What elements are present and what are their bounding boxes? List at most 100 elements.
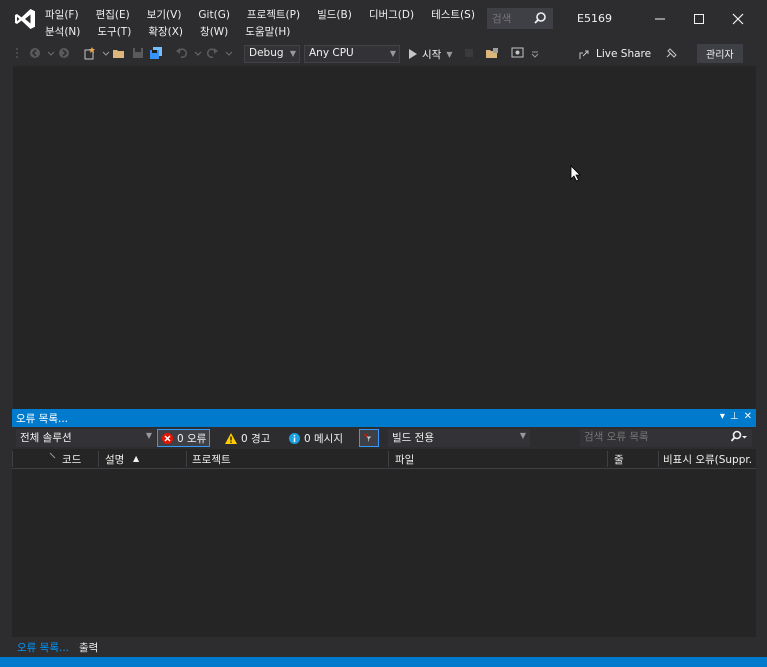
- screenshot-tool-icon[interactable]: [511, 46, 525, 60]
- error-list-title-bar[interactable]: 오류 목록... ▾ ⊥ ✕: [12, 409, 756, 427]
- menu-analyze[interactable]: 분석(N): [44, 24, 88, 39]
- maximize-button[interactable]: [682, 5, 716, 33]
- tab-output[interactable]: 출력: [74, 637, 103, 657]
- errors-filter-button[interactable]: 0 오류: [157, 429, 211, 447]
- sort-ascending-icon: ▲: [133, 454, 140, 463]
- error-list-title: 오류 목록...: [16, 412, 68, 425]
- undo-dropdown-arrow-icon[interactable]: [191, 46, 205, 60]
- chevron-down-icon: ▼: [389, 49, 396, 58]
- redo-icon[interactable]: [205, 46, 219, 60]
- menu-row-1: 파일(F) 편집(E) 보기(V) Git(G) 프로젝트(P) 빌드(B) 디…: [44, 6, 484, 23]
- title-bar: 파일(F) 편집(E) 보기(V) Git(G) 프로젝트(P) 빌드(B) 디…: [0, 0, 767, 42]
- menu-test[interactable]: 테스트(S): [430, 7, 483, 22]
- solution-name: E5169: [577, 12, 612, 25]
- play-icon: [409, 49, 417, 59]
- column-separator[interactable]: [607, 451, 608, 467]
- toolbar-grip-icon[interactable]: [14, 46, 28, 60]
- minimize-button[interactable]: [643, 5, 677, 33]
- navigate-back-icon[interactable]: [28, 46, 42, 60]
- menu-bar: 파일(F) 편집(E) 보기(V) Git(G) 프로젝트(P) 빌드(B) 디…: [44, 6, 484, 40]
- dropdown-arrow-icon[interactable]: [44, 46, 58, 60]
- global-search-box[interactable]: [487, 8, 553, 29]
- start-debugging-button[interactable]: 시작 ▼: [407, 45, 452, 63]
- error-list-panel: 오류 목록... ▾ ⊥ ✕ 전체 솔루션 ▼ 0 오류 0 경고 0 메시지 …: [12, 409, 756, 657]
- status-bar: [0, 657, 767, 667]
- filter-toggle-button[interactable]: [359, 429, 379, 447]
- panel-controls: ▾ ⊥ ✕: [720, 411, 752, 422]
- column-header-suppression[interactable]: 비표시 오류(Suppr.: [663, 452, 752, 468]
- solution-explorer-icon[interactable]: [485, 46, 499, 60]
- column-header-code[interactable]: 코드: [62, 452, 81, 468]
- menu-extensions[interactable]: 확장(X): [147, 24, 191, 39]
- panel-close-icon[interactable]: ✕: [744, 411, 752, 422]
- filter-icon: [363, 434, 372, 442]
- toolbar-options-arrow-icon[interactable]: [528, 46, 542, 60]
- error-list-toolbar: 전체 솔루션 ▼ 0 오류 0 경고 0 메시지 빌드 전용 ▼ 검색 오류 목…: [12, 427, 756, 449]
- save-all-icon[interactable]: [149, 46, 163, 60]
- column-header-file[interactable]: 파일: [395, 452, 414, 468]
- menu-debug[interactable]: 디버그(D): [368, 7, 422, 22]
- stop-icon[interactable]: [462, 46, 476, 60]
- platform-value: Any CPU: [309, 47, 354, 59]
- warnings-count-label: 0 경고: [241, 432, 271, 445]
- menu-help[interactable]: 도움말(H): [244, 24, 298, 39]
- chevron-down-icon: ▼: [289, 49, 296, 58]
- standard-toolbar: Debug ▼ Any CPU ▼ 시작 ▼ Live Share 관리자: [0, 42, 767, 65]
- maximize-icon: [694, 14, 704, 24]
- live-share-icon: [579, 50, 589, 59]
- error-list-search-box[interactable]: [580, 429, 752, 447]
- messages-filter-button[interactable]: 0 메시지: [285, 429, 346, 447]
- start-dropdown-arrow-icon[interactable]: ▼: [446, 50, 452, 59]
- save-icon[interactable]: [131, 46, 145, 60]
- close-button[interactable]: [721, 5, 755, 33]
- minimize-icon: [655, 18, 665, 20]
- error-list-search-input[interactable]: [580, 429, 718, 445]
- mouse-cursor-icon: [570, 165, 581, 182]
- menu-edit[interactable]: 편집(E): [95, 7, 138, 22]
- warning-icon: [225, 432, 237, 444]
- scope-dropdown[interactable]: 전체 솔루션 ▼: [16, 429, 156, 447]
- feedback-icon[interactable]: [665, 46, 679, 60]
- column-header-project[interactable]: 프로젝트: [192, 452, 231, 468]
- menu-git[interactable]: Git(G): [197, 9, 238, 21]
- menu-build[interactable]: 빌드(B): [316, 7, 360, 22]
- menu-file[interactable]: 파일(F): [44, 7, 87, 22]
- error-icon: [162, 432, 173, 444]
- new-dropdown-arrow-icon[interactable]: [99, 46, 113, 60]
- new-project-icon[interactable]: [83, 46, 97, 60]
- platform-dropdown[interactable]: Any CPU ▼: [304, 45, 400, 63]
- editor-area[interactable]: [12, 66, 756, 409]
- visual-studio-logo-icon[interactable]: [12, 6, 38, 32]
- redo-dropdown-arrow-icon[interactable]: [222, 46, 236, 60]
- navigate-forward-icon[interactable]: [57, 46, 71, 60]
- tab-error-list[interactable]: 오류 목록...: [12, 637, 74, 657]
- column-header-description[interactable]: 설명: [105, 452, 124, 468]
- open-folder-icon[interactable]: [112, 46, 126, 60]
- menu-tools[interactable]: 도구(T): [96, 24, 139, 39]
- undo-icon[interactable]: [175, 46, 189, 60]
- column-separator[interactable]: [388, 451, 389, 467]
- column-separator[interactable]: [186, 451, 187, 467]
- menu-view[interactable]: 보기(V): [146, 7, 190, 22]
- menu-window[interactable]: 창(W): [199, 24, 236, 39]
- messages-count-label: 0 메시지: [304, 432, 343, 445]
- column-separator[interactable]: [98, 451, 99, 467]
- error-list-column-headers: 코드 설명 ▲ 프로젝트 파일 줄 비표시 오류(Suppr.: [12, 449, 756, 469]
- search-icon[interactable]: [730, 430, 748, 444]
- search-icon[interactable]: [533, 11, 547, 25]
- column-separator[interactable]: [658, 451, 659, 467]
- chevron-down-icon: ▼: [519, 431, 526, 440]
- error-list-grid[interactable]: [12, 469, 756, 635]
- global-search-input[interactable]: [488, 9, 532, 28]
- column-separator[interactable]: [12, 451, 13, 467]
- pin-icon[interactable]: ⊥: [730, 411, 739, 422]
- live-share-button[interactable]: Live Share: [578, 45, 651, 63]
- start-label: 시작: [422, 48, 442, 61]
- build-filter-dropdown[interactable]: 빌드 전용 ▼: [388, 429, 530, 447]
- panel-dropdown-icon[interactable]: ▾: [720, 411, 725, 422]
- bottom-tab-strip: 오류 목록... 출력: [12, 637, 756, 657]
- menu-project[interactable]: 프로젝트(P): [246, 7, 308, 22]
- configuration-dropdown[interactable]: Debug ▼: [244, 45, 300, 63]
- column-header-line[interactable]: 줄: [614, 452, 624, 468]
- warnings-filter-button[interactable]: 0 경고: [221, 429, 273, 447]
